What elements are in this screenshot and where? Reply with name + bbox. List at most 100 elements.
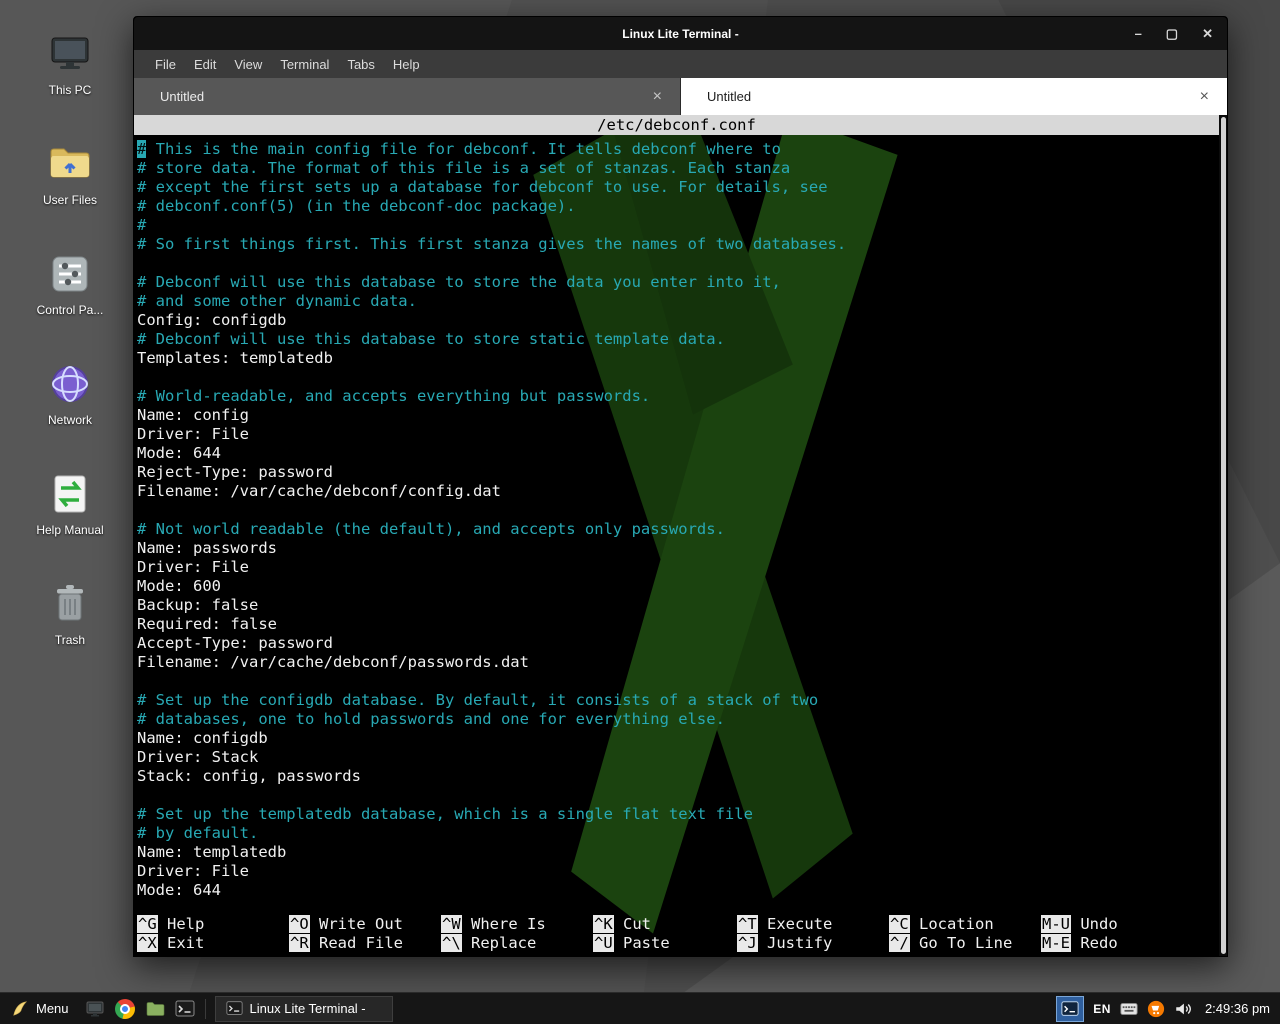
menu-help[interactable]: Help [384,53,429,76]
nano-shortcut-help: ^G Help [137,915,289,934]
menu-file[interactable]: File [146,53,185,76]
tab-label: Untitled [150,89,651,104]
nano-line: # Not world readable (the default), and … [137,520,1227,539]
shortcut-row-0: ^G Help^O Write Out^W Where Is^K Cut^T E… [137,915,1215,934]
shortcut-key: M-U [1041,915,1071,933]
menu-edit[interactable]: Edit [185,53,225,76]
nano-line: # This is the main config file for debco… [137,140,1227,159]
tab-close-icon[interactable]: × [1198,88,1211,106]
nano-line: # and some other dynamic data. [137,292,1227,311]
launcher-monitor-icon[interactable] [83,997,107,1021]
desktop-icon-trash[interactable]: Trash [22,580,118,647]
nano-line: # store data. The format of this file is… [137,159,1227,178]
nano-line: # So first things first. This first stan… [137,235,1227,254]
nano-line [137,672,1227,691]
nano-line [137,368,1227,387]
shortcut-key: ^K [593,915,614,933]
nano-line: Filename: /var/cache/debconf/config.dat [137,482,1227,501]
menu-terminal[interactable]: Terminal [271,53,338,76]
desktop-icon-network[interactable]: Network [22,360,118,427]
nano-line: Accept-Type: password [137,634,1227,653]
terminal-content[interactable]: GNU nano 7.2 /etc/debconf.conf # This is… [134,115,1227,956]
updates-icon[interactable] [1147,1000,1165,1018]
tab-0[interactable]: Untitled× [134,78,681,115]
nano-line: Templates: templatedb [137,349,1227,368]
menu-button[interactable]: Menu [0,993,80,1024]
desktop-icon-this-pc[interactable]: This PC [22,30,118,97]
launcher-terminal-icon[interactable] [173,997,197,1021]
help-manual-icon [46,470,94,518]
desktop-icon-help-manual[interactable]: Help Manual [22,470,118,537]
nano-shortcut-replace: ^\ Replace [441,934,593,953]
close-button[interactable]: ✕ [1202,26,1213,42]
menu-button-label: Menu [36,1001,69,1016]
nano-filename: /etc/debconf.conf [597,115,756,135]
nano-line: Backup: false [137,596,1227,615]
taskbar: Menu Linux Lite Terminal - EN 2:49:36 pm [0,992,1280,1024]
task-button-terminal[interactable]: Linux Lite Terminal - [215,996,393,1022]
title-bar[interactable]: Linux Lite Terminal - – ▢ ✕ [134,17,1227,50]
nano-shortcut-read-file: ^R Read File [289,934,441,953]
clock[interactable]: 2:49:36 pm [1201,1001,1270,1016]
volume-icon[interactable] [1174,1000,1192,1018]
tab-1-active[interactable]: Untitled× [681,78,1227,115]
nano-line [137,501,1227,520]
tab-label: Untitled [697,89,1198,104]
desktop-icon-label: Network [22,413,118,427]
desktop-icon-control-panel[interactable]: Control Pa... [22,250,118,317]
desktop-icon-user-files[interactable]: User Files [22,140,118,207]
maximize-button[interactable]: ▢ [1166,26,1178,42]
shortcut-key: M-E [1041,934,1071,952]
nano-shortcut-exit: ^X Exit [137,934,289,953]
nano-line [137,254,1227,273]
desktop-icon-label: User Files [22,193,118,207]
network-icon [46,360,94,408]
scrollbar[interactable] [1219,115,1227,956]
user-files-icon [46,140,94,188]
menu-bar: FileEditViewTerminalTabsHelp [134,50,1227,78]
nano-shortcut-redo: M-E Redo [1041,934,1215,953]
control-panel-icon [46,250,94,298]
shortcut-key: ^\ [441,934,462,952]
system-tray: EN 2:49:36 pm [1056,996,1280,1022]
taskbar-separator [205,999,206,1019]
nano-line: Required: false [137,615,1227,634]
shortcut-key: ^W [441,915,462,933]
shortcut-key: ^R [289,934,310,952]
shortcut-key: ^X [137,934,158,952]
language-indicator[interactable]: EN [1093,1002,1111,1016]
nano-line: Driver: Stack [137,748,1227,767]
menu-tabs[interactable]: Tabs [338,53,383,76]
tab-close-icon[interactable]: × [651,88,664,106]
linux-lite-logo-icon [11,1000,29,1018]
nano-line [137,786,1227,805]
nano-line: Name: passwords [137,539,1227,558]
tab-bar: Untitled×Untitled× [134,78,1227,115]
desktop-icon-label: This PC [22,83,118,97]
nano-lines: # This is the main config file for debco… [134,135,1227,900]
nano-shortcut-go-to-line: ^/ Go To Line [889,934,1041,953]
launcher-files-icon[interactable] [143,997,167,1021]
desktop-icon-label: Control Pa... [22,303,118,317]
shortcut-key: ^C [889,915,910,933]
nano-line: Name: config [137,406,1227,425]
menu-view[interactable]: View [225,53,271,76]
scrollbar-thumb[interactable] [1221,117,1226,954]
nano-line: # by default. [137,824,1227,843]
desktop-icon-label: Trash [22,633,118,647]
nano-line: Driver: File [137,425,1227,444]
nano-line: Mode: 644 [137,444,1227,463]
keyboard-icon[interactable] [1120,1002,1138,1016]
nano-line: # Debconf will use this database to stor… [137,330,1227,349]
desktop-icon-label: Help Manual [22,523,118,537]
minimize-button[interactable]: – [1135,26,1142,41]
tray-terminal-icon[interactable] [1056,996,1084,1022]
nano-line: Driver: File [137,558,1227,577]
launcher-chrome-icon[interactable] [113,997,137,1021]
nano-line: # Debconf will use this database to stor… [137,273,1227,292]
nano-shortcuts: ^G Help^O Write Out^W Where Is^K Cut^T E… [137,915,1215,953]
nano-line: Mode: 600 [137,577,1227,596]
nano-shortcut-execute: ^T Execute [737,915,889,934]
nano-line: Reject-Type: password [137,463,1227,482]
shortcut-key: ^/ [889,934,910,952]
